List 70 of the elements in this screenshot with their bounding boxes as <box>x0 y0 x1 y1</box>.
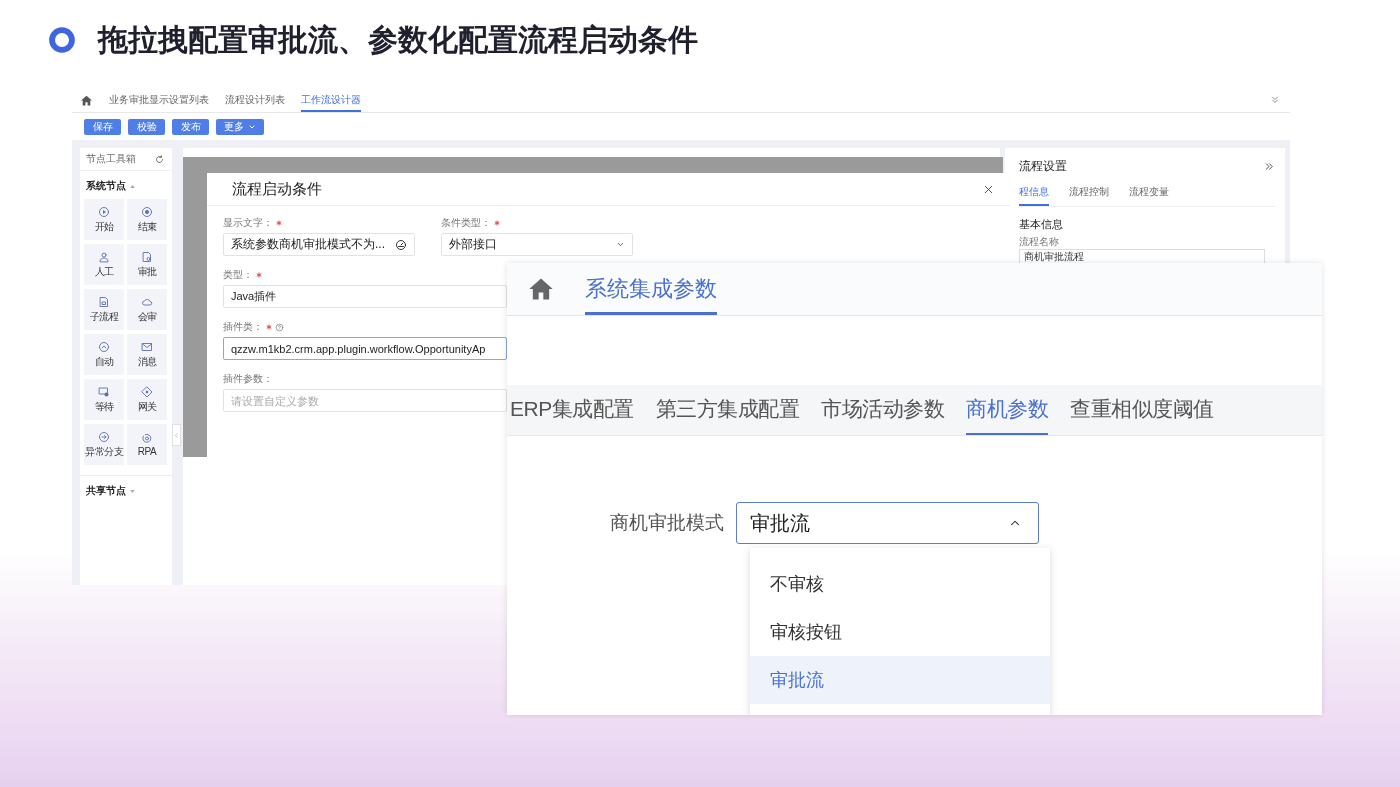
tab[interactable]: 流程控制 <box>1069 185 1109 206</box>
node-tile[interactable]: 等待 <box>84 379 124 420</box>
dialog-title: 流程启动条件 <box>232 179 322 199</box>
document-icon <box>98 295 110 308</box>
tab[interactable]: 第三方集成配置 <box>655 385 800 435</box>
chevron-left-icon <box>173 431 180 439</box>
toolbar-button[interactable]: 保存 <box>84 118 121 135</box>
close-icon[interactable] <box>983 183 994 195</box>
select-field[interactable]: 审批流 <box>736 502 1039 544</box>
input-field[interactable]: 请设置自定义参数 <box>223 389 507 412</box>
document-icon <box>141 250 153 263</box>
node-tile[interactable]: 自动 <box>84 334 124 375</box>
toolbar-button[interactable]: 校验 <box>128 118 165 135</box>
node-tile[interactable]: 消息 <box>127 334 167 375</box>
dot-circle-icon <box>141 205 153 218</box>
node-tile[interactable]: 会审 <box>127 289 167 330</box>
field-label: 插件参数： <box>223 372 273 386</box>
field-label: 商机审批模式 <box>610 511 724 535</box>
field-label: 类型： <box>223 268 253 282</box>
select-field[interactable]: 外部接口 <box>441 233 633 256</box>
field-label: 插件类： <box>223 320 263 334</box>
cycle-icon <box>141 432 153 444</box>
section-header[interactable]: 系统节点 <box>80 171 172 199</box>
nav-tab[interactable]: 系统集成参数 <box>585 263 717 315</box>
chevron-circle-icon <box>98 340 110 353</box>
input-field[interactable]: Java插件 <box>223 285 507 308</box>
tab[interactable]: 流程变量 <box>1129 185 1169 206</box>
field-label: 流程名称 <box>1019 235 1060 249</box>
dropdown-option[interactable]: 不审核 <box>750 560 1050 608</box>
tab[interactable]: 商机参数 <box>966 385 1049 435</box>
menu-button[interactable]: 更多 <box>216 118 264 135</box>
play-circle-icon <box>98 205 110 218</box>
toolbar-button[interactable]: 发布 <box>172 118 209 135</box>
node-tile[interactable]: 审批 <box>127 244 167 285</box>
person-icon <box>98 250 110 263</box>
home-icon <box>80 93 93 107</box>
node-tile[interactable]: 开始 <box>84 199 124 240</box>
node-tile[interactable]: 子流程 <box>84 289 124 330</box>
panel-title: 节点工具箱 <box>86 152 136 166</box>
node-tile[interactable]: RPA <box>127 424 167 465</box>
tab[interactable]: 市场活动参数 <box>821 385 945 435</box>
slide-title: 拖拉拽配置审批流、参数化配置流程启动条件 <box>98 21 698 58</box>
envelope-clock-icon <box>98 385 110 398</box>
node-tile[interactable]: 人工 <box>84 244 124 285</box>
field-label: 条件类型： <box>441 216 491 230</box>
diamond-icon <box>141 385 153 398</box>
tab[interactable]: 查重相似度阈值 <box>1070 385 1214 435</box>
dropdown-option[interactable]: 审核按钮 <box>750 608 1050 656</box>
node-tile[interactable]: 异常分支 <box>84 424 124 465</box>
nav-tab[interactable]: 流程设计列表 <box>225 88 285 112</box>
double-chevron-icon <box>1264 161 1275 172</box>
input-field[interactable]: qzzw.m1kb2.crm.app.plugin.workflow.OpportunityAp <box>223 337 507 360</box>
collapse-handle[interactable] <box>172 424 181 446</box>
double-chevron-icon <box>1270 95 1280 105</box>
input-field[interactable]: 系统参数商机审批模式不为... <box>223 233 415 256</box>
dropdown-option[interactable]: 审批流 <box>750 656 1050 704</box>
node-tile[interactable]: 结束 <box>127 199 167 240</box>
panel-title: 流程设置 <box>1019 158 1067 175</box>
envelope-icon <box>141 340 153 353</box>
ring-icon <box>48 26 76 54</box>
tab[interactable]: ERP集成配置 <box>510 385 634 435</box>
gauge-icon <box>395 238 407 251</box>
field-label: 显示文字： <box>223 216 273 230</box>
section-header[interactable]: 共享节点 <box>80 476 172 504</box>
chevron-down-icon <box>616 240 625 249</box>
tab[interactable]: 程信息 <box>1019 185 1049 206</box>
refresh-icon <box>155 154 164 164</box>
node-tile[interactable]: 网关 <box>127 379 167 420</box>
section-title: 基本信息 <box>1019 217 1064 232</box>
nav-tab[interactable]: 业务审批显示设置列表 <box>109 88 209 112</box>
